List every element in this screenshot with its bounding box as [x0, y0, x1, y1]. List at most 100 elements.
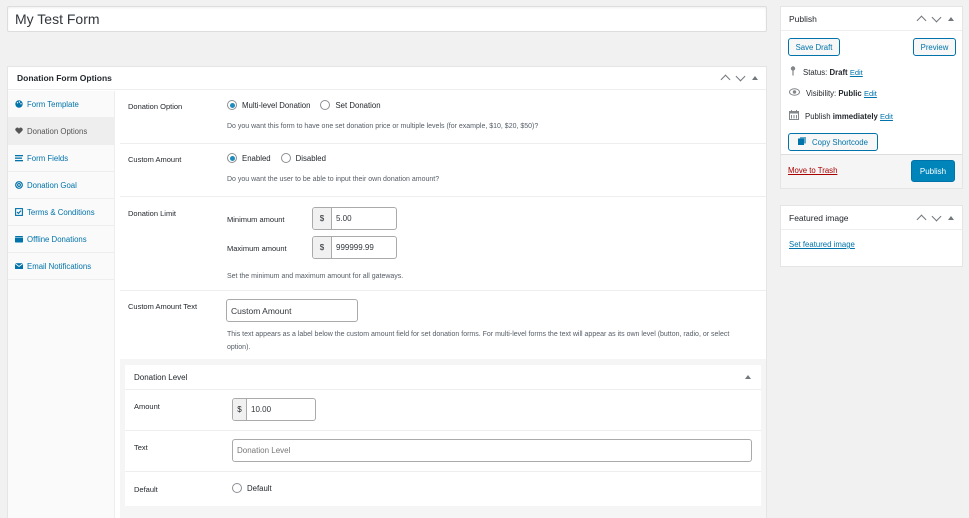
custom-amount-text-description: This text appears as a label below the c…: [227, 331, 730, 351]
metabox-title: Donation Form Options: [17, 73, 112, 83]
move-up-icon[interactable]: [916, 214, 927, 225]
donation-level-header[interactable]: Donation Level: [125, 365, 761, 390]
radio-set-donation[interactable]: [320, 100, 331, 110]
move-up-icon[interactable]: [916, 15, 927, 26]
publish-value: immediately: [832, 111, 878, 121]
status-line: Status: Draft Edit: [789, 66, 863, 78]
copy-shortcode-label: Copy Shortcode: [812, 137, 868, 147]
donation-option-label: Donation Option: [128, 102, 183, 111]
collapse-toggle-icon[interactable]: [752, 75, 758, 80]
visibility-value: Public: [838, 88, 862, 98]
currency-symbol: $: [313, 208, 332, 229]
radio-label: Default: [247, 483, 272, 493]
sidebar-item-label: Email Notifications: [27, 261, 92, 271]
visibility-line: Visibility: Public Edit: [789, 88, 877, 98]
radio-default[interactable]: [232, 483, 242, 493]
publish-box-header: Publish: [781, 7, 962, 31]
custom-amount-label: Custom Amount: [128, 155, 182, 164]
custom-amount-row: Custom Amount Enabled Disabled Do you wa…: [120, 144, 766, 197]
sidebar-item-donation-goal[interactable]: Donation Goal: [8, 172, 114, 199]
status-value: Draft: [829, 67, 848, 77]
minimum-amount-input[interactable]: $ 5.00: [312, 207, 397, 230]
featured-image-header: Featured image: [781, 206, 962, 230]
sidebar-item-form-fields[interactable]: Form Fields: [8, 145, 114, 172]
custom-amount-description: Do you want the user to be able to input…: [227, 176, 440, 183]
edit-publish-date-link[interactable]: Edit: [880, 112, 893, 121]
publish-box-title: Publish: [789, 13, 817, 24]
palette-icon: [15, 100, 23, 108]
donation-limit-label: Donation Limit: [128, 209, 176, 218]
donation-level-title: Donation Level: [134, 372, 188, 382]
move-up-icon[interactable]: [720, 74, 731, 85]
options-sidebar: Form Template Donation Options Form Fiel…: [8, 91, 115, 518]
level-amount-row: Amount $ 10.00: [125, 390, 761, 431]
donation-option-description: Do you want this form to have one set do…: [227, 123, 539, 130]
sidebar-item-terms-conditions[interactable]: Terms & Conditions: [8, 199, 114, 226]
radio-disabled[interactable]: [280, 153, 291, 163]
radio-label: Enabled: [242, 153, 271, 163]
level-text-row: Text Donation Level: [125, 431, 761, 472]
radio-label: Set Donation: [335, 100, 381, 110]
sidebar-item-donation-options[interactable]: Donation Options: [8, 118, 114, 145]
set-featured-image-link[interactable]: Set featured image: [789, 240, 855, 249]
sidebar-item-label: Donation Options: [27, 126, 88, 136]
move-down-icon[interactable]: [931, 211, 942, 222]
custom-amount-text-label: Custom Amount Text: [128, 302, 198, 311]
donation-levels-wrapper: Donation Level Amount $ 10.00 Text Donat…: [120, 359, 766, 518]
maximum-amount-value: 999999.99: [336, 243, 374, 252]
donation-limit-row: Donation Limit Minimum amount $ 5.00 Max…: [120, 197, 766, 291]
eye-icon: [789, 88, 800, 98]
wallet-icon: [15, 235, 23, 243]
edit-status-link[interactable]: Edit: [850, 68, 863, 77]
status-label: Status:: [803, 67, 828, 77]
radio-enabled[interactable]: [227, 153, 237, 163]
radio-label: Disabled: [295, 153, 326, 163]
level-default-row: Default Default: [125, 472, 761, 505]
maximum-amount-input[interactable]: $ 999999.99: [312, 236, 397, 259]
publish-button[interactable]: Publish: [911, 160, 955, 182]
sidebar-item-label: Offline Donations: [27, 234, 87, 244]
copy-icon: [798, 137, 807, 147]
sidebar-item-label: Form Fields: [27, 153, 69, 163]
donation-form-options-metabox: Donation Form Options Form Template Dona…: [7, 66, 767, 518]
collapse-toggle-icon[interactable]: [745, 375, 751, 379]
preview-button[interactable]: Preview: [913, 38, 956, 56]
donation-option-row: Donation Option Multi-level Donation Set…: [120, 91, 766, 144]
sidebar-item-form-template[interactable]: Form Template: [8, 91, 114, 118]
save-draft-button[interactable]: Save Draft: [788, 38, 840, 56]
metabox-header: Donation Form Options: [8, 67, 766, 90]
featured-image-box: Featured image Set featured image: [780, 205, 963, 267]
move-down-icon[interactable]: [931, 12, 942, 23]
post-title-input[interactable]: [7, 6, 767, 32]
edit-visibility-link[interactable]: Edit: [864, 89, 877, 98]
radio-multi-level[interactable]: [227, 100, 237, 110]
radio-label: Multi-level Donation: [242, 100, 311, 110]
donation-limit-description: Set the minimum and maximum amount for a…: [227, 273, 404, 280]
pin-icon: [789, 66, 797, 78]
sidebar-item-email-notifications[interactable]: Email Notifications: [8, 253, 114, 280]
heart-icon: [15, 127, 23, 135]
custom-amount-text-input[interactable]: Custom Amount: [226, 299, 358, 322]
level-text-input[interactable]: Donation Level: [232, 439, 752, 462]
sidebar-item-offline-donations[interactable]: Offline Donations: [8, 226, 114, 253]
currency-symbol: $: [313, 237, 332, 258]
publish-label: Publish: [805, 111, 831, 121]
target-icon: [15, 181, 23, 189]
major-publishing-actions: Move to Trash Publish: [781, 154, 962, 188]
minimum-amount-label: Minimum amount: [227, 215, 285, 224]
copy-shortcode-button[interactable]: Copy Shortcode: [788, 133, 878, 151]
checkbox-icon: [15, 208, 23, 216]
level-amount-input[interactable]: $ 10.00: [232, 398, 316, 421]
calendar-icon: [789, 110, 799, 122]
move-down-icon[interactable]: [735, 71, 746, 82]
minimum-amount-value: 5.00: [336, 214, 352, 223]
sidebar-item-label: Donation Goal: [27, 180, 77, 190]
level-default-label: Default: [134, 485, 158, 494]
publish-box: Publish Save Draft Preview Status: Draft…: [780, 6, 963, 189]
collapse-toggle-icon[interactable]: [948, 215, 954, 220]
move-to-trash-link[interactable]: Move to Trash: [788, 166, 837, 175]
level-amount-value: 10.00: [251, 405, 272, 414]
list-icon: [15, 154, 23, 162]
level-amount-label: Amount: [134, 402, 160, 411]
collapse-toggle-icon[interactable]: [948, 16, 954, 21]
